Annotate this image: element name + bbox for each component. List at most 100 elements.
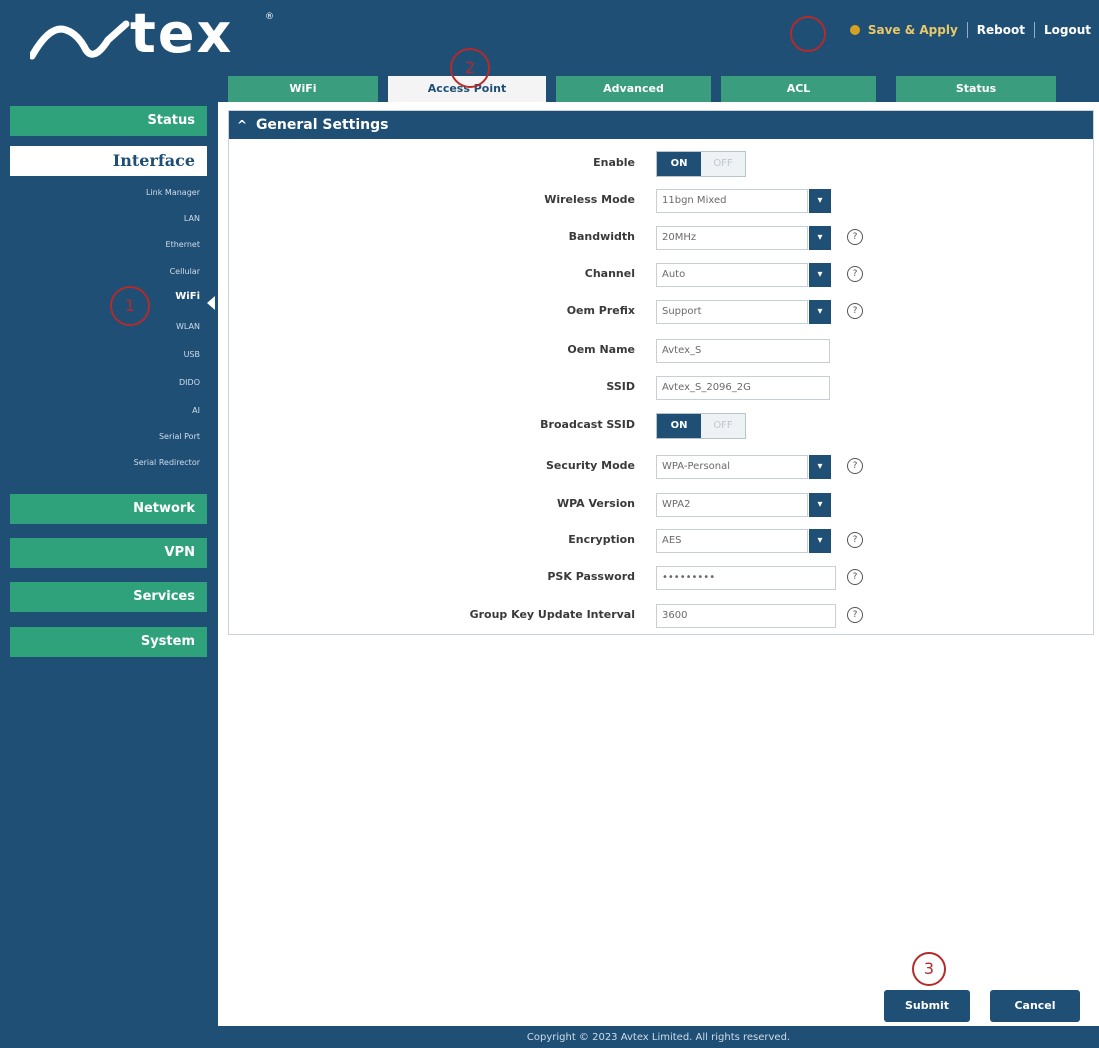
sidebar-item-status[interactable]: Status — [10, 106, 207, 136]
sidebar-subitem-ethernet[interactable]: Ethernet — [166, 240, 200, 249]
help-icon[interactable]: ? — [847, 229, 863, 245]
oem-name-field[interactable]: Avtex_S — [656, 339, 830, 363]
row-bandwidth: Bandwidth 20MHz ▾ ? — [229, 225, 1093, 251]
logout-link[interactable]: Logout — [1044, 23, 1091, 37]
sidebar-item-services[interactable]: Services — [10, 582, 207, 612]
row-encryption: Encryption AES ▾ ? — [229, 528, 1093, 554]
channel-select[interactable]: Auto ▾ — [656, 263, 831, 287]
main-content: ^ General Settings Enable ON OFF Wireles… — [218, 102, 1099, 1026]
sidebar-subitem-usb[interactable]: USB — [184, 350, 200, 359]
bandwidth-value: 20MHz — [662, 232, 697, 243]
top-bar: tex ® Save & Apply Reboot Logout — [0, 0, 1099, 70]
wireless-mode-label: Wireless Mode — [544, 193, 635, 206]
general-settings-panel: ^ General Settings Enable ON OFF Wireles… — [228, 110, 1094, 635]
tab-bar: WiFi Access Point Advanced ACL Status — [228, 76, 1058, 104]
logo-swoosh-icon — [30, 20, 130, 60]
sidebar-item-system[interactable]: System — [10, 627, 207, 657]
sidebar-item-interface[interactable]: Interface — [10, 146, 207, 176]
sidebar-subitem-dido[interactable]: DIDO — [179, 378, 200, 387]
annotation-marker-3: 3 — [912, 952, 946, 986]
help-icon[interactable]: ? — [847, 532, 863, 548]
ssid-label: SSID — [606, 380, 635, 393]
row-security-mode: Security Mode WPA-Personal ▾ ? — [229, 454, 1093, 480]
dropdown-arrow-icon[interactable]: ▾ — [809, 455, 831, 479]
footer-copyright: Copyright © 2023 Avtex Limited. All righ… — [218, 1028, 1099, 1048]
encryption-value: AES — [662, 535, 682, 546]
save-apply-link[interactable]: Save & Apply — [868, 23, 958, 37]
row-channel: Channel Auto ▾ ? — [229, 262, 1093, 288]
security-mode-select[interactable]: WPA-Personal ▾ — [656, 455, 831, 479]
row-wireless-mode: Wireless Mode 11bgn Mixed ▾ — [229, 188, 1093, 214]
divider — [966, 22, 968, 38]
row-ssid: SSID Avtex_S_2096_2G — [229, 375, 1093, 401]
tab-advanced[interactable]: Advanced — [556, 76, 711, 102]
dropdown-arrow-icon[interactable]: ▾ — [809, 263, 831, 287]
dropdown-arrow-icon[interactable]: ▾ — [809, 226, 831, 250]
group-key-interval-field[interactable]: 3600 — [656, 604, 836, 628]
panel-header[interactable]: ^ General Settings — [229, 111, 1093, 139]
logo-registered-mark: ® — [265, 12, 274, 22]
sidebar-subitem-ai[interactable]: AI — [192, 406, 200, 415]
tab-wifi[interactable]: WiFi — [228, 76, 378, 102]
psk-password-label: PSK Password — [547, 570, 635, 583]
tab-acl[interactable]: ACL — [721, 76, 876, 102]
collapse-caret-icon[interactable]: ^ — [237, 118, 247, 132]
selected-indicator-arrow-icon — [207, 296, 215, 310]
wpa-version-label: WPA Version — [556, 497, 635, 510]
toggle-off: OFF — [701, 152, 745, 176]
sidebar-subitem-wlan[interactable]: WLAN — [176, 322, 200, 331]
toggle-on: ON — [657, 152, 701, 176]
broadcast-ssid-label: Broadcast SSID — [540, 418, 635, 431]
help-icon[interactable]: ? — [847, 303, 863, 319]
oem-prefix-label: Oem Prefix — [566, 304, 635, 317]
dropdown-arrow-icon[interactable]: ▾ — [809, 529, 831, 553]
toggle-on: ON — [657, 414, 701, 438]
reboot-link[interactable]: Reboot — [977, 23, 1025, 37]
row-psk-password: PSK Password ••••••••• ? — [229, 565, 1093, 591]
help-icon[interactable]: ? — [847, 607, 863, 623]
broadcast-ssid-toggle[interactable]: ON OFF — [656, 413, 746, 439]
wireless-mode-select[interactable]: 11bgn Mixed ▾ — [656, 189, 831, 213]
wireless-mode-value: 11bgn Mixed — [662, 195, 727, 206]
row-broadcast-ssid: Broadcast SSID ON OFF — [229, 413, 1093, 439]
sidebar-item-vpn[interactable]: VPN — [10, 538, 207, 568]
ssid-field[interactable]: Avtex_S_2096_2G — [656, 376, 830, 400]
sidebar-subitem-link-manager[interactable]: Link Manager — [146, 188, 200, 197]
toggle-off: OFF — [701, 414, 745, 438]
oem-prefix-value: Support — [662, 306, 702, 317]
panel-title: General Settings — [255, 117, 389, 133]
bandwidth-label: Bandwidth — [568, 230, 635, 243]
oem-name-label: Oem Name — [567, 343, 635, 356]
sidebar-item-network[interactable]: Network — [10, 494, 207, 524]
wpa-version-select[interactable]: WPA2 ▾ — [656, 493, 831, 517]
security-mode-value: WPA-Personal — [662, 461, 731, 472]
sidebar-subitem-wifi[interactable]: WiFi — [175, 291, 200, 302]
group-key-interval-label: Group Key Update Interval — [469, 608, 635, 621]
submit-button[interactable]: Submit — [884, 990, 970, 1022]
row-enable: Enable ON OFF — [229, 151, 1093, 177]
sidebar-subitem-serial-port[interactable]: Serial Port — [159, 432, 200, 441]
divider — [1033, 22, 1035, 38]
enable-toggle[interactable]: ON OFF — [656, 151, 746, 177]
encryption-label: Encryption — [568, 533, 635, 546]
dropdown-arrow-icon[interactable]: ▾ — [809, 493, 831, 517]
annotation-circle-save-apply — [790, 16, 826, 52]
oem-prefix-select[interactable]: Support ▾ — [656, 300, 831, 324]
sidebar-subitem-lan[interactable]: LAN — [184, 214, 200, 223]
help-icon[interactable]: ? — [847, 458, 863, 474]
sidebar-subitem-cellular[interactable]: Cellular — [170, 267, 200, 276]
cancel-button[interactable]: Cancel — [990, 990, 1080, 1022]
channel-value: Auto — [662, 269, 686, 280]
row-wpa-version: WPA Version WPA2 ▾ — [229, 492, 1093, 518]
help-icon[interactable]: ? — [847, 569, 863, 585]
pending-changes-icon — [849, 25, 860, 35]
tab-status[interactable]: Status — [896, 76, 1056, 102]
help-icon[interactable]: ? — [847, 266, 863, 282]
row-oem-name: Oem Name Avtex_S — [229, 338, 1093, 364]
sidebar-subitem-serial-redirector[interactable]: Serial Redirector — [134, 458, 200, 467]
dropdown-arrow-icon[interactable]: ▾ — [809, 189, 831, 213]
dropdown-arrow-icon[interactable]: ▾ — [809, 300, 831, 324]
bandwidth-select[interactable]: 20MHz ▾ — [656, 226, 831, 250]
psk-password-field[interactable]: ••••••••• — [656, 566, 836, 590]
encryption-select[interactable]: AES ▾ — [656, 529, 831, 553]
